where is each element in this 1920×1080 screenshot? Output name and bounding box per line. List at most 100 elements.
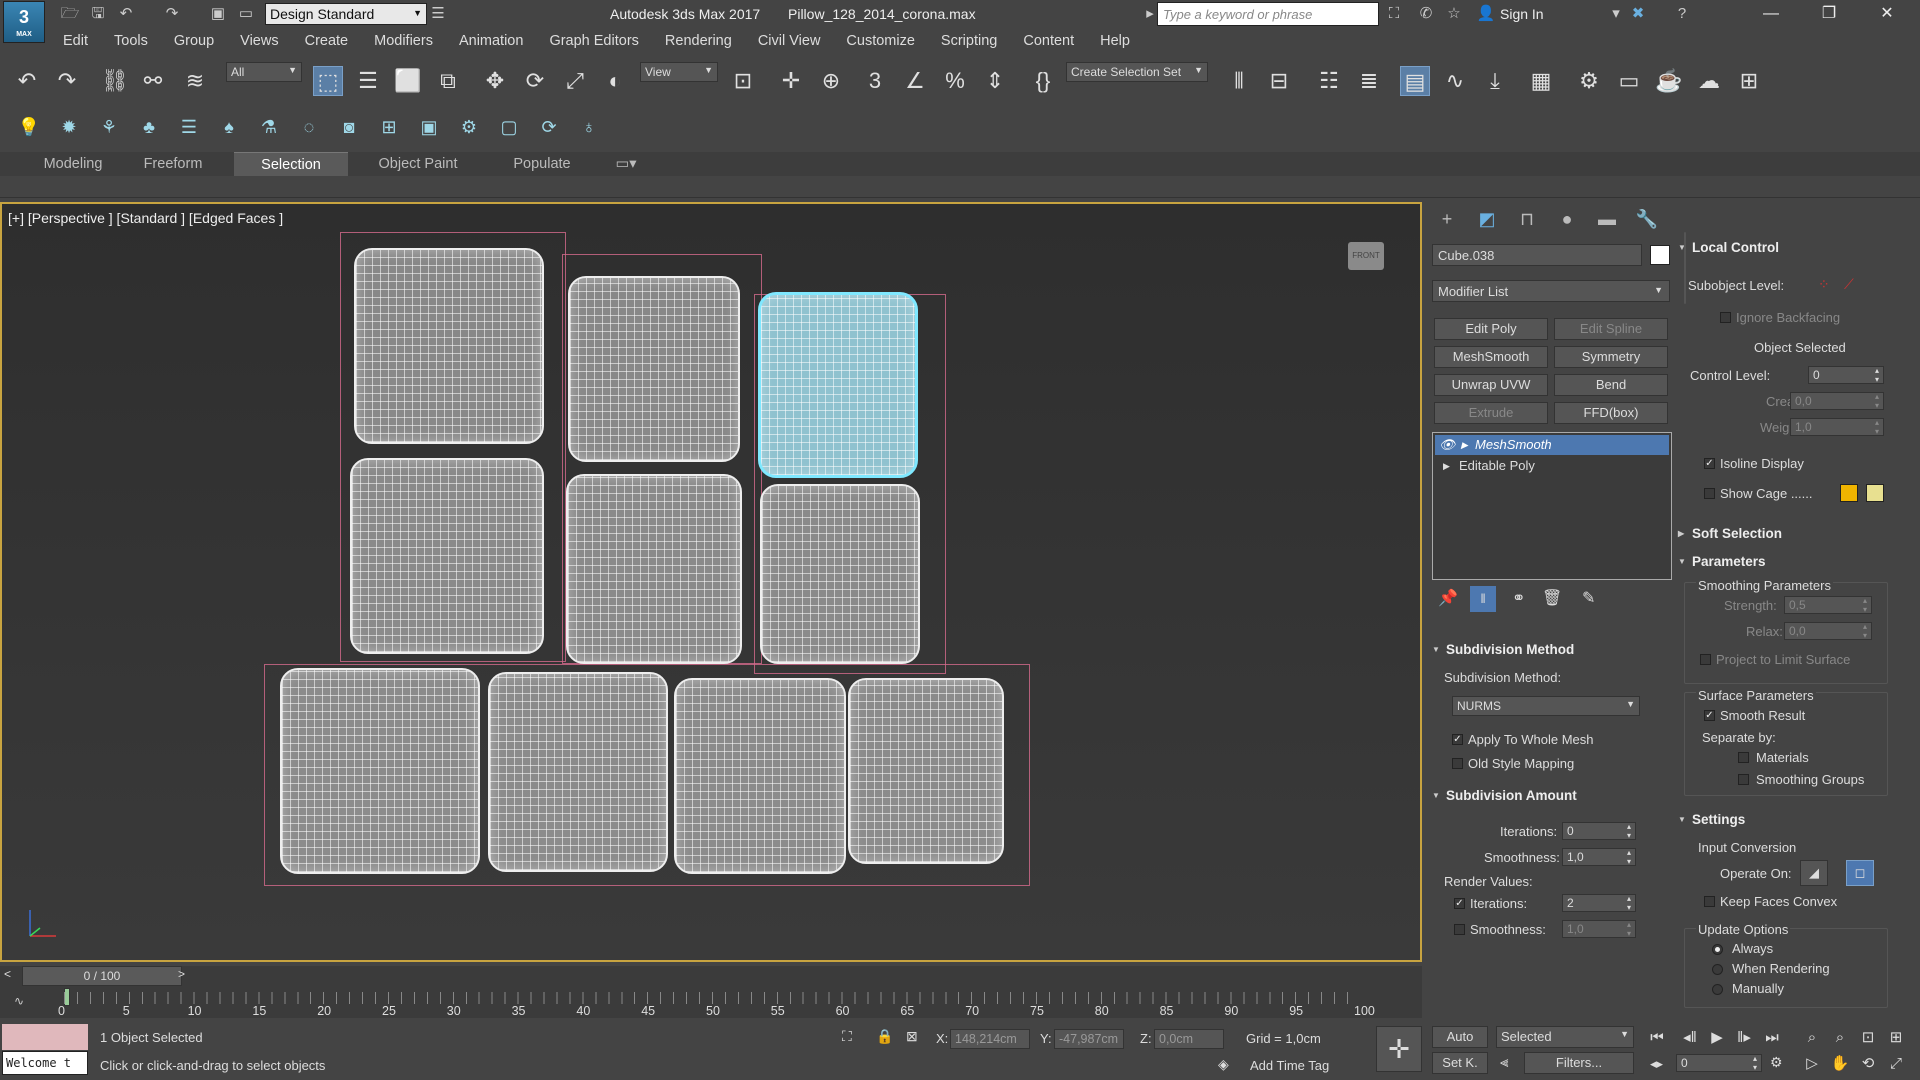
edge-level-icon[interactable]: ⟋ [1844,276,1854,293]
proxy-icon[interactable]: ♠ [216,114,242,140]
rectangular-selection-icon[interactable]: ⬜ [393,66,423,96]
folder-icon[interactable]: ▭ [236,4,256,24]
select-manipulate-icon[interactable]: ✛ [776,66,806,96]
go-to-start-icon[interactable]: ⏮ [1645,1026,1669,1050]
time-config-icon[interactable]: ⚙ [1770,1054,1783,1071]
undo-icon[interactable]: ↶ [116,4,136,24]
menu-graph-editors[interactable]: Graph Editors [536,30,651,54]
utilities-tab-icon[interactable]: 🔧 [1632,206,1662,232]
select-object-icon[interactable]: ⬚ [313,66,343,96]
schematic-view-icon[interactable]: ⤓ [1480,66,1510,96]
distributed-icon[interactable]: ⚙ [456,114,482,140]
edit-poly-button[interactable]: Edit Poly [1434,318,1548,340]
modify-tab-icon[interactable]: ◩ [1472,206,1502,232]
zoom-icon[interactable]: ⌕ [1800,1026,1824,1050]
current-frame-field[interactable]: 0 [1676,1054,1762,1072]
when-rendering-radio[interactable] [1712,964,1723,975]
window-crossing-icon[interactable]: ⧉ [433,66,463,96]
control-level-spinner[interactable]: 0 [1808,366,1884,384]
redo-icon[interactable]: ↷ [52,66,82,96]
show-end-result-icon[interactable]: ‖ [1470,586,1496,612]
pillow-object[interactable] [488,672,668,872]
close-icon[interactable]: ✕ [1858,0,1916,28]
key-mode-toggle-icon[interactable]: ◂▸ [1650,1056,1663,1072]
pillow-object[interactable] [280,668,480,874]
undo-icon[interactable]: ↶ [12,66,42,96]
user-icon[interactable]: 👤 [1476,4,1496,24]
symmetry-button[interactable]: Symmetry [1554,346,1668,368]
converter-icon[interactable]: ⊞ [376,114,402,140]
smoothing-groups-checkbox[interactable] [1738,774,1749,785]
favorites-icon[interactable]: ☆ [1444,4,1464,24]
viewport-label[interactable]: [+] [Perspective ] [Standard ] [Edged Fa… [8,210,283,226]
chevron-right-icon[interactable]: > [178,967,185,981]
curve-editor-mini-icon[interactable]: ∿ [14,994,24,1008]
go-to-end-icon[interactable]: ⏭ [1760,1026,1784,1050]
material-icon[interactable]: ⚗ [256,114,282,140]
object-name-field[interactable]: Cube.038 [1432,244,1642,266]
pillow-object[interactable] [566,474,742,664]
display-tab-icon[interactable]: ▬ [1592,206,1622,232]
key-filter-dropdown[interactable]: Selected ▼ [1496,1026,1634,1048]
select-by-name-icon[interactable]: ☰ [353,66,383,96]
tab-object-paint[interactable]: Object Paint [360,152,476,176]
vfb-icon[interactable]: ◙ [336,114,362,140]
render-smoothness-spinner[interactable]: 1,0 [1562,920,1636,938]
tab-selection[interactable]: Selection [234,152,348,176]
motion-tab-icon[interactable]: ● [1552,206,1582,232]
subdivision-method-dropdown[interactable]: NURMS ▼ [1452,696,1640,716]
menu-views[interactable]: Views [227,30,291,54]
pillow-object-selected[interactable] [758,292,918,478]
binoculars-icon[interactable]: ⛶ [1384,4,1404,24]
time-slider[interactable]: 0 / 100 [22,966,182,986]
pivot-center-icon[interactable]: ⊡ [728,66,758,96]
angle-snap-icon[interactable]: ∠ [900,66,930,96]
smoothness-spinner[interactable]: 1,0 [1562,848,1636,866]
perspective-viewport[interactable]: [+] [Perspective ] [Standard ] [Edged Fa… [0,202,1422,962]
render-iterations-spinner[interactable]: 2 [1562,894,1636,912]
chevron-down-icon[interactable]: ▾ [1606,4,1626,24]
edit-spline-button[interactable]: Edit Spline [1554,318,1668,340]
communication-icon[interactable]: ✆ [1416,4,1436,24]
menu-help[interactable]: Help [1087,30,1143,54]
project-folder-icon[interactable]: ▣ [208,4,228,24]
render-iterative-icon[interactable]: ☁ [1694,66,1724,96]
weight-spinner[interactable]: 1,0 [1790,418,1884,436]
named-selection-dropdown[interactable]: Create Selection Set ▼ [1066,62,1208,82]
cage-selection-color-swatch[interactable] [1866,484,1884,502]
placement-icon[interactable]: ◐ [600,66,630,96]
unlink-icon[interactable]: ⚯ [138,66,168,96]
move-icon[interactable]: ✥ [480,66,510,96]
exchange-icon[interactable]: ✖ [1628,4,1648,24]
local-control-header[interactable]: Local Control [1672,240,1904,262]
show-cage-checkbox[interactable] [1704,488,1715,499]
frame-buffer-icon[interactable]: ▢ [496,114,522,140]
material-editor-icon[interactable]: ▦ [1526,66,1556,96]
interactive-icon[interactable]: ⟳ [536,114,562,140]
pillow-object[interactable] [354,248,544,444]
open-file-icon[interactable]: 🗁 [60,4,80,24]
viewcube[interactable]: FRONT [1348,242,1384,270]
expand-icon[interactable]: ▶ [1461,440,1468,451]
workspace-select[interactable]: Design Standard ▼ [265,3,427,25]
subdivision-amount-header[interactable]: Subdivision Amount [1426,788,1666,810]
named-selection-icon[interactable]: {} [1028,66,1058,96]
menu-animation[interactable]: Animation [446,30,536,54]
configure-modifier-icon[interactable]: ✎ [1582,588,1595,608]
previous-frame-icon[interactable]: ◂‖ [1678,1026,1702,1050]
modifier-list-dropdown[interactable]: Modifier List ▼ [1432,280,1670,302]
auto-key-button[interactable]: Auto [1432,1026,1488,1048]
render-cloud-icon[interactable]: ⊞ [1734,66,1764,96]
apply-whole-mesh-checkbox[interactable]: ✓ [1452,734,1463,745]
pillow-object[interactable] [674,678,846,874]
add-time-tag[interactable]: Add Time Tag [1250,1058,1329,1073]
stack-item-meshsmooth[interactable]: 👁 ▶ MeshSmooth [1435,435,1669,455]
cage-color-swatch[interactable] [1840,484,1858,502]
field-of-view-icon[interactable]: ▷ [1800,1052,1824,1076]
ribbon-options-icon[interactable]: ▭▾ [606,152,646,176]
operate-on-triangles-icon[interactable]: ◢ [1800,860,1828,886]
key-filters-icon[interactable]: ⫷ [1500,1054,1508,1071]
pillow-object[interactable] [848,678,1004,864]
next-frame-icon[interactable]: ‖▸ [1732,1026,1756,1050]
remove-modifier-icon[interactable]: 🗑 [1542,588,1562,608]
